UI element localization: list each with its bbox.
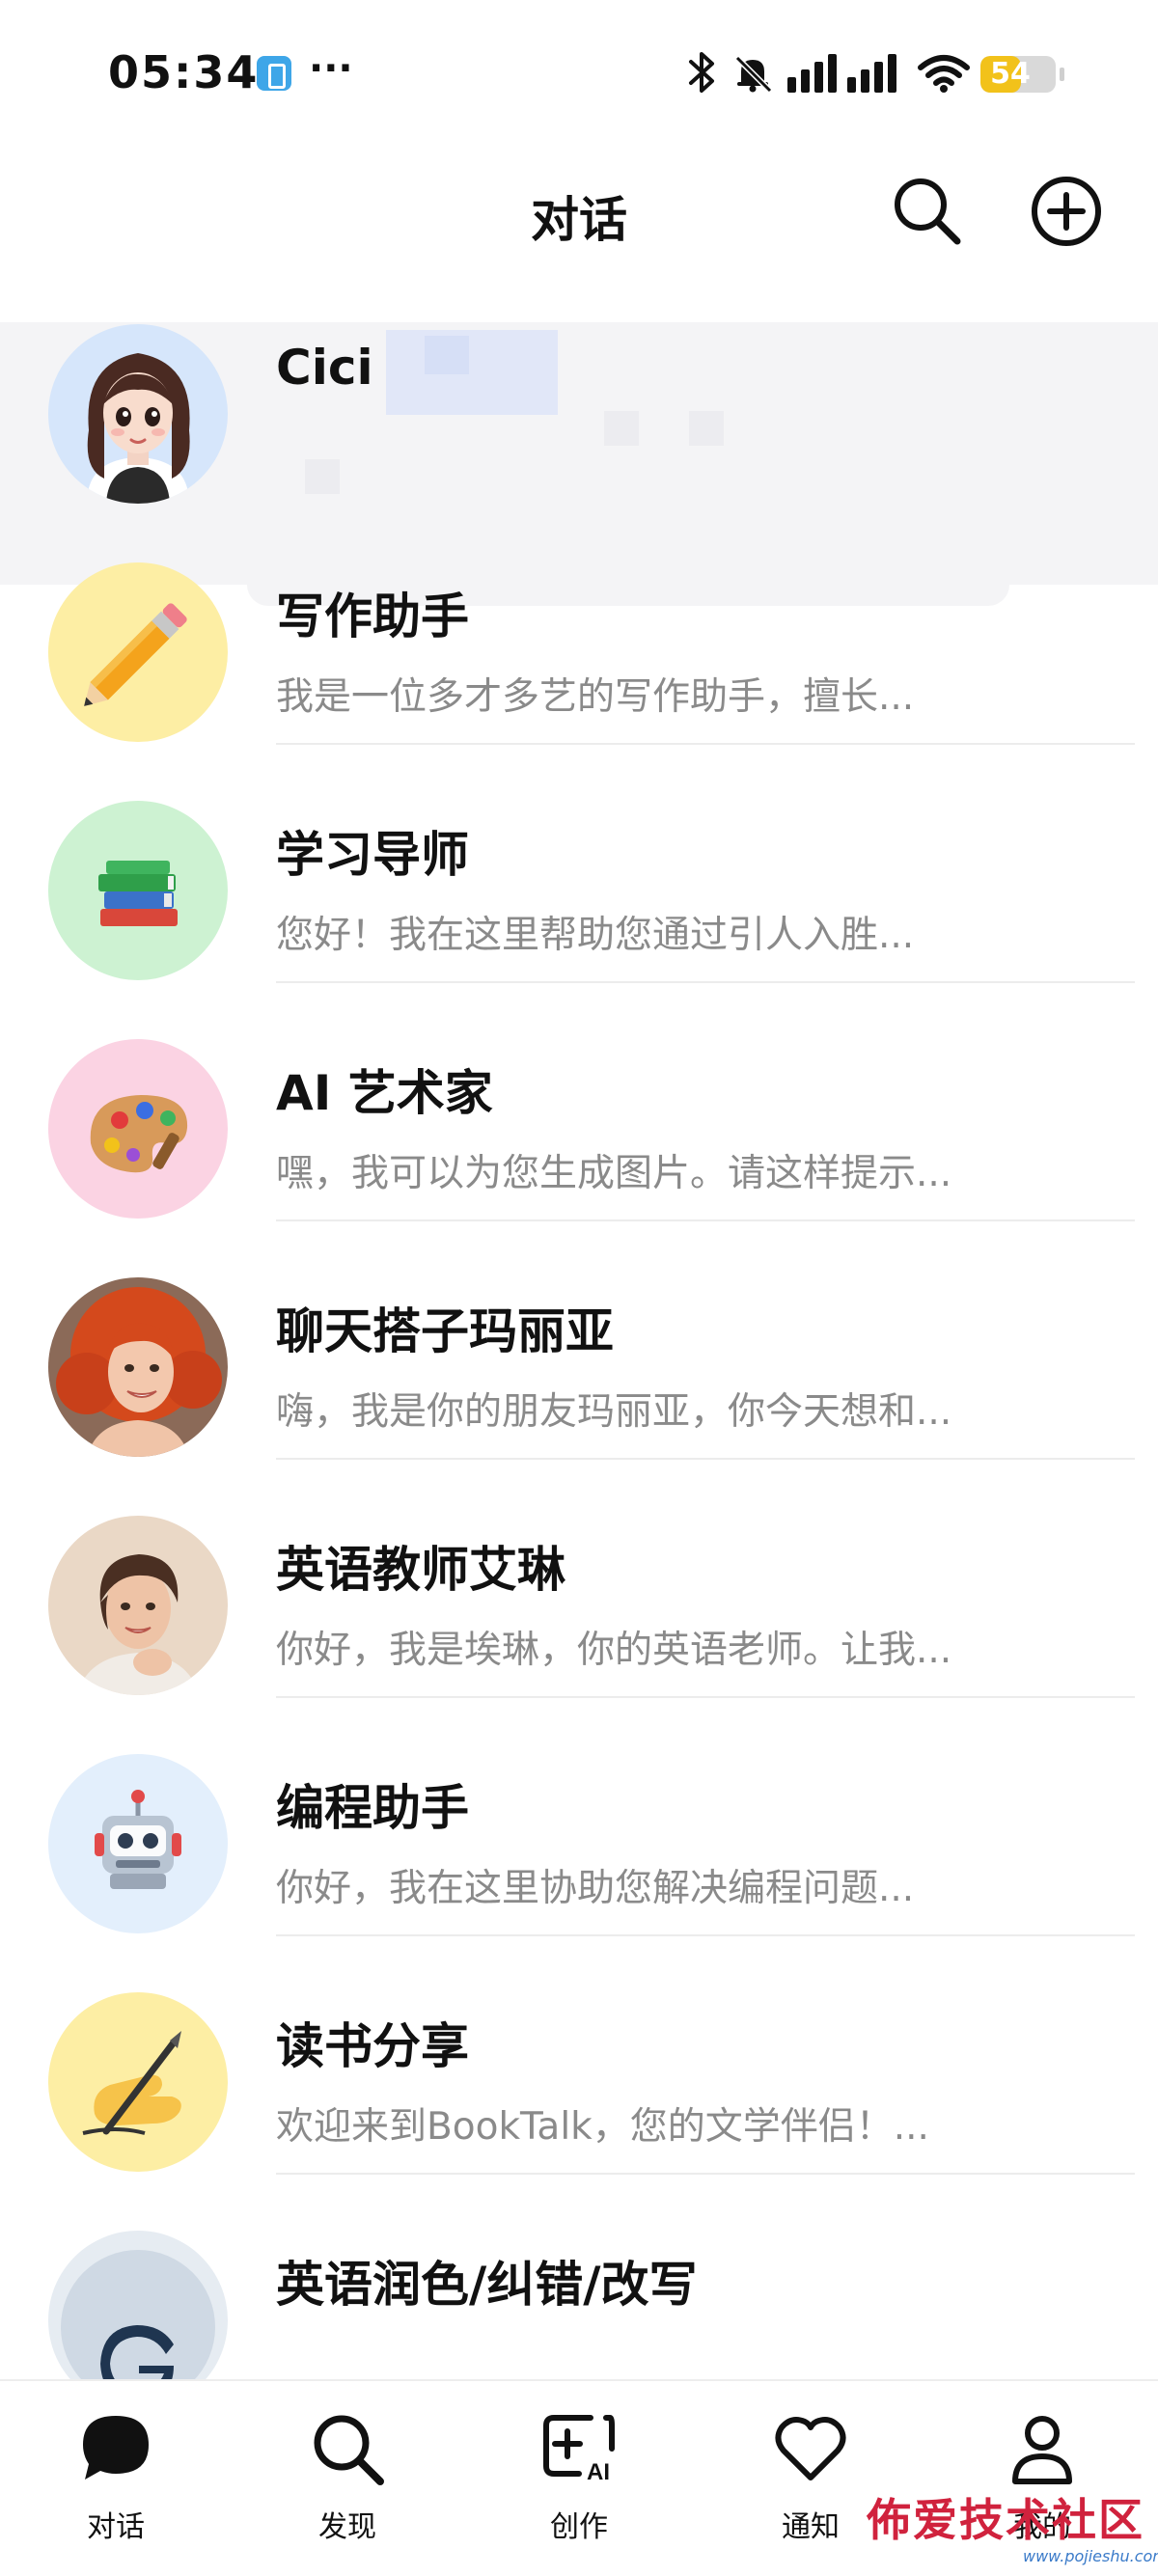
avatar xyxy=(48,1277,228,1457)
search-icon[interactable] xyxy=(890,174,963,247)
nav-label: 创作 xyxy=(550,2510,608,2544)
chat-name: 聊天搭子玛丽亚 xyxy=(276,1303,614,1359)
avatar xyxy=(48,1516,228,1695)
chat-name: 读书分享 xyxy=(276,2018,469,2074)
watermark-url: www.pojieshu.com xyxy=(1023,2547,1158,2565)
chat-preview: 我是一位多才多艺的写作助手，擅长... xyxy=(276,675,915,719)
robot-icon xyxy=(48,1754,228,1933)
bluetooth-icon xyxy=(689,52,714,93)
nav-item-create[interactable]: AI 创作 xyxy=(502,2410,656,2574)
chat-preview: 你好，我在这里协助您解决编程问题... xyxy=(276,1867,915,1910)
chat-name: 编程助手 xyxy=(276,1780,469,1836)
writing-hand-icon xyxy=(48,1992,228,2172)
nav-label: 发现 xyxy=(318,2510,376,2544)
create-ai-icon: AI xyxy=(543,2415,615,2485)
chat-name: AI 艺术家 xyxy=(276,1065,493,1121)
nav-item-chats[interactable]: 对话 xyxy=(39,2410,193,2574)
avatar xyxy=(48,562,228,742)
heart-icon xyxy=(775,2417,846,2480)
chat-name: 英语教师艾琳 xyxy=(276,1542,565,1598)
nav-item-discover[interactable]: 发现 xyxy=(270,2410,425,2574)
battery-indicator: 54 xyxy=(980,56,1056,93)
svg-text:AI: AI xyxy=(587,2459,610,2485)
redacted-region xyxy=(604,411,639,446)
redacted-region xyxy=(425,336,469,374)
chat-name: 学习导师 xyxy=(276,827,469,883)
palette-icon xyxy=(48,1039,228,1219)
chat-item-study-tutor[interactable]: 学习导师 您好！我在这里帮助您通过引人入胜... xyxy=(0,743,1158,983)
chat-item-cici[interactable]: Cici xyxy=(0,266,1158,505)
chat-preview: 欢迎来到BookTalk，您的文学伴侣！... xyxy=(276,2105,929,2149)
chat-preview: 你好，我是埃琳，你的英语老师。让我... xyxy=(276,1629,952,1672)
chat-name: 写作助手 xyxy=(276,589,469,644)
status-bar: 05:34 ··· 54 xyxy=(0,0,1158,145)
avatar xyxy=(48,1039,228,1219)
avatar xyxy=(48,801,228,980)
books-icon xyxy=(48,801,228,980)
chat-preview: 嘿，我可以为您生成图片。请这样提示... xyxy=(276,1152,952,1195)
status-indicators: 54 xyxy=(685,48,1071,96)
battery-cap xyxy=(1060,68,1064,81)
battery-percent: 54 xyxy=(990,57,1031,91)
muted-bell-icon xyxy=(734,55,773,94)
app-notification-icon xyxy=(257,56,291,91)
irene-photo xyxy=(48,1516,228,1695)
chat-preview: 您好！我在这里帮助您通过引人入胜... xyxy=(276,914,915,957)
maria-photo xyxy=(48,1277,228,1457)
chat-item-ai-artist[interactable]: AI 艺术家 嘿，我可以为您生成图片。请这样提示... xyxy=(0,981,1158,1221)
pencil-icon xyxy=(48,562,228,742)
chat-item-irene[interactable]: 英语教师艾琳 你好，我是埃琳，你的英语老师。让我... xyxy=(0,1458,1158,1698)
profile-icon xyxy=(1012,2416,1072,2484)
chat-item-coding-assistant[interactable]: 编程助手 你好，我在这里协助您解决编程问题... xyxy=(0,1696,1158,1936)
app-screen: 05:34 ··· 54 对话 Cici 写作助手 我是一位多才多艺的写作助手，… xyxy=(0,0,1158,2576)
chat-preview: 嗨，我是你的朋友玛丽亚，你今天想和... xyxy=(276,1390,952,1434)
more-notifications-icon: ··· xyxy=(309,46,353,91)
search-icon xyxy=(314,2415,384,2485)
header: 对话 xyxy=(0,154,1158,270)
nav-item-notifications[interactable]: 通知 xyxy=(733,2410,888,2574)
chat-name: Cici xyxy=(276,340,373,396)
cici-girl-avatar xyxy=(48,324,228,504)
avatar xyxy=(48,1754,228,1933)
chat-item-english-polish[interactable]: 英语润色/纠错/改写 xyxy=(0,2173,1158,2411)
redacted-region xyxy=(689,411,724,446)
page-title: 对话 xyxy=(531,192,627,248)
avatar xyxy=(48,1992,228,2172)
chat-item-writing-assistant[interactable]: 写作助手 我是一位多才多艺的写作助手，擅长... xyxy=(0,505,1158,745)
plus-circle-icon[interactable] xyxy=(1029,174,1104,249)
nav-label: 对话 xyxy=(87,2510,145,2544)
signal-icon xyxy=(787,54,896,93)
nav-label: 通知 xyxy=(782,2510,840,2544)
chat-name: 英语润色/纠错/改写 xyxy=(276,2257,698,2313)
redacted-region xyxy=(305,459,340,494)
chat-item-booktalk[interactable]: 读书分享 欢迎来到BookTalk，您的文学伴侣！... xyxy=(0,1934,1158,2175)
wifi-icon xyxy=(918,55,970,93)
chat-item-maria[interactable]: 聊天搭子玛丽亚 嗨，我是你的朋友玛丽亚，你今天想和... xyxy=(0,1219,1158,1460)
avatar xyxy=(48,324,228,504)
status-time: 05:34 xyxy=(108,46,260,98)
redacted-region xyxy=(386,330,558,415)
chat-bubble-icon xyxy=(83,2416,149,2480)
